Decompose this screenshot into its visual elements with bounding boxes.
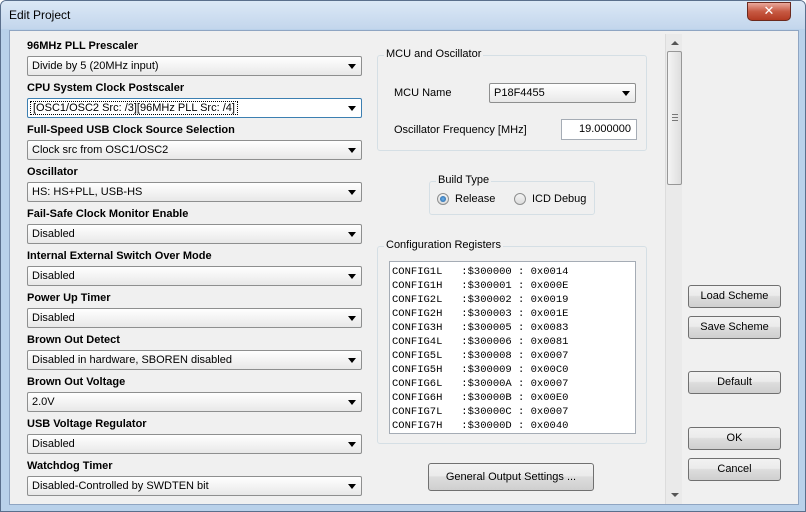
chevron-down-icon bbox=[348, 148, 356, 153]
select-value: 2.0V bbox=[32, 396, 55, 408]
mcu-name-label: MCU Name bbox=[394, 87, 452, 99]
chevron-down-icon bbox=[348, 106, 356, 111]
setting-label: Power Up Timer bbox=[27, 292, 111, 304]
brown-out-voltage-select[interactable]: 2.0V bbox=[27, 392, 362, 412]
configuration-registers-list[interactable]: CONFIG1L :$300000 : 0x0014 CONFIG1H :$30… bbox=[389, 261, 636, 434]
register-line: CONFIG3H :$300005 : 0x0083 bbox=[392, 322, 569, 334]
release-radio-label[interactable]: Release bbox=[455, 193, 495, 205]
setting-label: CPU System Clock Postscaler bbox=[27, 82, 185, 94]
oscillator-frequency-label: Oscillator Frequency [MHz] bbox=[394, 124, 527, 136]
scroll-up-arrow-icon[interactable] bbox=[671, 41, 679, 45]
cancel-button[interactable]: Cancel bbox=[688, 458, 781, 481]
scroll-down-arrow-icon[interactable] bbox=[671, 493, 679, 497]
switch-over-mode-select[interactable]: Disabled bbox=[27, 266, 362, 286]
chevron-down-icon bbox=[348, 64, 356, 69]
close-icon: ✕ bbox=[763, 3, 775, 18]
select-value: Disabled bbox=[32, 228, 75, 240]
chevron-down-icon bbox=[348, 442, 356, 447]
select-value: Disabled in hardware, SBOREN disabled bbox=[32, 354, 232, 366]
load-scheme-button[interactable]: Load Scheme bbox=[688, 285, 781, 308]
group-title: MCU and Oscillator bbox=[384, 48, 484, 60]
select-value: Divide by 5 (20MHz input) bbox=[32, 60, 159, 72]
icd-debug-radio[interactable] bbox=[514, 193, 526, 205]
default-button[interactable]: Default bbox=[688, 371, 781, 394]
icd-debug-radio-label[interactable]: ICD Debug bbox=[532, 193, 586, 205]
configuration-registers-group: Configuration Registers CONFIG1L :$30000… bbox=[377, 239, 647, 444]
dialog-client-area: 96MHz PLL Prescaler Divide by 5 (20MHz i… bbox=[9, 30, 799, 505]
register-line: CONFIG6H :$30000B : 0x00E0 bbox=[392, 392, 569, 404]
setting-label: USB Voltage Regulator bbox=[27, 418, 147, 430]
register-line: CONFIG6L :$30000A : 0x0007 bbox=[392, 378, 569, 390]
setting-label: Brown Out Detect bbox=[27, 334, 120, 346]
ok-button[interactable]: OK bbox=[688, 427, 781, 450]
select-value: Clock src from OSC1/OSC2 bbox=[32, 144, 169, 156]
settings-scroll-panel: 96MHz PLL Prescaler Divide by 5 (20MHz i… bbox=[19, 32, 683, 504]
scrollbar-thumb[interactable] bbox=[667, 51, 682, 185]
close-button[interactable]: ✕ bbox=[747, 2, 791, 21]
setting-label: Oscillator bbox=[27, 166, 78, 178]
chevron-down-icon bbox=[348, 484, 356, 489]
release-radio[interactable] bbox=[437, 193, 449, 205]
pll-prescaler-select[interactable]: Divide by 5 (20MHz input) bbox=[27, 56, 362, 76]
settings-scrollbar[interactable] bbox=[665, 34, 682, 504]
setting-label: 96MHz PLL Prescaler bbox=[27, 40, 139, 52]
mcu-name-select[interactable]: P18F4455 bbox=[489, 83, 636, 103]
register-line: CONFIG7H :$30000D : 0x0040 bbox=[392, 420, 569, 432]
select-value: HS: HS+PLL, USB-HS bbox=[32, 186, 143, 198]
chevron-down-icon bbox=[622, 91, 630, 96]
register-line: CONFIG5H :$300009 : 0x00C0 bbox=[392, 364, 569, 376]
save-scheme-button[interactable]: Save Scheme bbox=[688, 316, 781, 339]
build-type-group: Build Type Release ICD Debug bbox=[429, 174, 595, 215]
power-up-timer-select[interactable]: Disabled bbox=[27, 308, 362, 328]
setting-label: Brown Out Voltage bbox=[27, 376, 126, 388]
setting-label: Watchdog Timer bbox=[27, 460, 113, 472]
setting-label: Internal External Switch Over Mode bbox=[27, 250, 212, 262]
chevron-down-icon bbox=[348, 232, 356, 237]
chevron-down-icon bbox=[348, 274, 356, 279]
cpu-postscaler-select[interactable]: [OSC1/OSC2 Src: /3][96MHz PLL Src: /4] bbox=[27, 98, 362, 118]
select-value: Disabled bbox=[32, 438, 75, 450]
chevron-down-icon bbox=[348, 358, 356, 363]
select-value: Disabled-Controlled by SWDTEN bit bbox=[32, 480, 209, 492]
mcu-oscillator-group: MCU and Oscillator MCU Name P18F4455 Osc… bbox=[377, 48, 647, 151]
usb-voltage-regulator-select[interactable]: Disabled bbox=[27, 434, 362, 454]
title-bar[interactable]: Edit Project ✕ bbox=[1, 1, 805, 29]
fail-safe-clock-select[interactable]: Disabled bbox=[27, 224, 362, 244]
register-line: CONFIG7L :$30000C : 0x0007 bbox=[392, 406, 569, 418]
setting-label: Full-Speed USB Clock Source Selection bbox=[27, 124, 235, 136]
general-output-settings-button[interactable]: General Output Settings ... bbox=[428, 463, 594, 491]
register-line: CONFIG5L :$300008 : 0x0007 bbox=[392, 350, 569, 362]
select-value: Disabled bbox=[32, 270, 75, 282]
register-line: CONFIG2H :$300003 : 0x001E bbox=[392, 308, 569, 320]
register-line: CONFIG4L :$300006 : 0x0081 bbox=[392, 336, 569, 348]
oscillator-select[interactable]: HS: HS+PLL, USB-HS bbox=[27, 182, 362, 202]
chevron-down-icon bbox=[348, 400, 356, 405]
oscillator-frequency-input[interactable]: 19.000000 bbox=[561, 119, 637, 140]
group-title: Build Type bbox=[436, 174, 492, 186]
chevron-down-icon bbox=[348, 190, 356, 195]
edit-project-window: Edit Project ✕ 96MHz PLL Prescaler Divid… bbox=[0, 0, 806, 512]
group-title: Configuration Registers bbox=[384, 239, 503, 251]
window-title: Edit Project bbox=[9, 8, 71, 22]
watchdog-timer-select[interactable]: Disabled-Controlled by SWDTEN bit bbox=[27, 476, 362, 496]
select-value: Disabled bbox=[32, 312, 75, 324]
register-line: CONFIG2L :$300002 : 0x0019 bbox=[392, 294, 569, 306]
brown-out-detect-select[interactable]: Disabled in hardware, SBOREN disabled bbox=[27, 350, 362, 370]
usb-clock-source-select[interactable]: Clock src from OSC1/OSC2 bbox=[27, 140, 362, 160]
grip-icon bbox=[672, 114, 678, 121]
setting-label: Fail-Safe Clock Monitor Enable bbox=[27, 208, 189, 220]
select-value: [OSC1/OSC2 Src: /3][96MHz PLL Src: /4] bbox=[30, 101, 238, 115]
register-line: CONFIG1H :$300001 : 0x000E bbox=[392, 280, 569, 292]
chevron-down-icon bbox=[348, 316, 356, 321]
select-value: P18F4455 bbox=[494, 87, 545, 99]
register-line: CONFIG1L :$300000 : 0x0014 bbox=[392, 266, 569, 278]
